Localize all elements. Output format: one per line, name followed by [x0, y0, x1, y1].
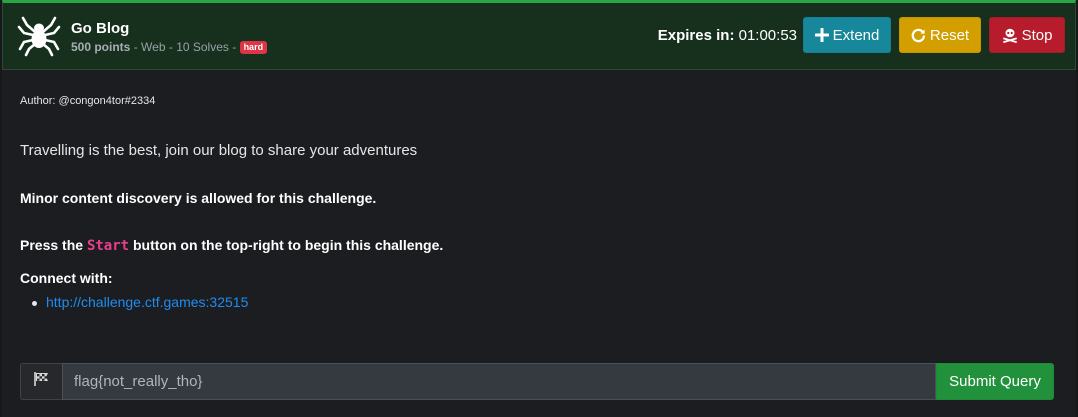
- redo-icon: [911, 28, 926, 43]
- extend-button[interactable]: Extend: [803, 17, 891, 53]
- connection-list-item: http://challenge.ctf.games:32515: [32, 294, 248, 310]
- extend-label: Extend: [832, 26, 880, 44]
- plus-icon: [814, 28, 829, 42]
- flag-addon: [20, 363, 62, 400]
- skull-crossbones-icon: [1002, 27, 1018, 43]
- submit-query-button[interactable]: Submit Query: [936, 363, 1054, 400]
- flag-submit-form: Submit Query: [20, 363, 1054, 400]
- spider-icon: [17, 13, 61, 57]
- description-text: Travelling is the best, join our blog to…: [20, 142, 418, 159]
- challenge-category: Web: [141, 40, 166, 54]
- expiry-label: Expires in: [657, 27, 730, 44]
- challenge-meta: 500 points - Web - 10 Solves - hard: [71, 40, 268, 54]
- expiry-timer: Expires in: 01:00:53: [657, 27, 797, 44]
- challenge-header: Go Blog 500 points - Web - 10 Solves - h…: [2, 0, 1076, 70]
- difficulty-badge: hard: [239, 41, 268, 54]
- reset-label: Reset: [929, 26, 970, 44]
- reset-button[interactable]: Reset: [899, 17, 981, 53]
- instruction-prefix: Press the: [20, 237, 84, 253]
- stop-label: Stop: [1021, 26, 1053, 44]
- challenge-link[interactable]: http://challenge.ctf.games:32515: [46, 294, 248, 310]
- connect-label: Connect with:: [20, 270, 113, 286]
- content-discovery-note: Minor content discovery is allowed for t…: [20, 190, 377, 206]
- instruction-suffix: button on the top-right to begin this ch…: [132, 237, 444, 253]
- author-text: Author: @congon4tor#2334: [20, 95, 156, 107]
- challenge-points: 500 points: [71, 40, 131, 54]
- stop-button[interactable]: Stop: [989, 17, 1065, 53]
- flag-input[interactable]: [62, 363, 936, 400]
- challenge-card: Go Blog 500 points - Web - 10 Solves - h…: [2, 0, 1076, 417]
- challenge-title: Go Blog: [71, 20, 130, 37]
- bullet-icon: [32, 301, 37, 306]
- start-instruction: Press the Start button on the top-right …: [20, 237, 443, 254]
- expiry-value: 01:00:53: [738, 27, 797, 44]
- challenge-solves: 10 Solves: [176, 40, 229, 54]
- flag-icon: [33, 371, 51, 392]
- start-code: Start: [86, 238, 130, 254]
